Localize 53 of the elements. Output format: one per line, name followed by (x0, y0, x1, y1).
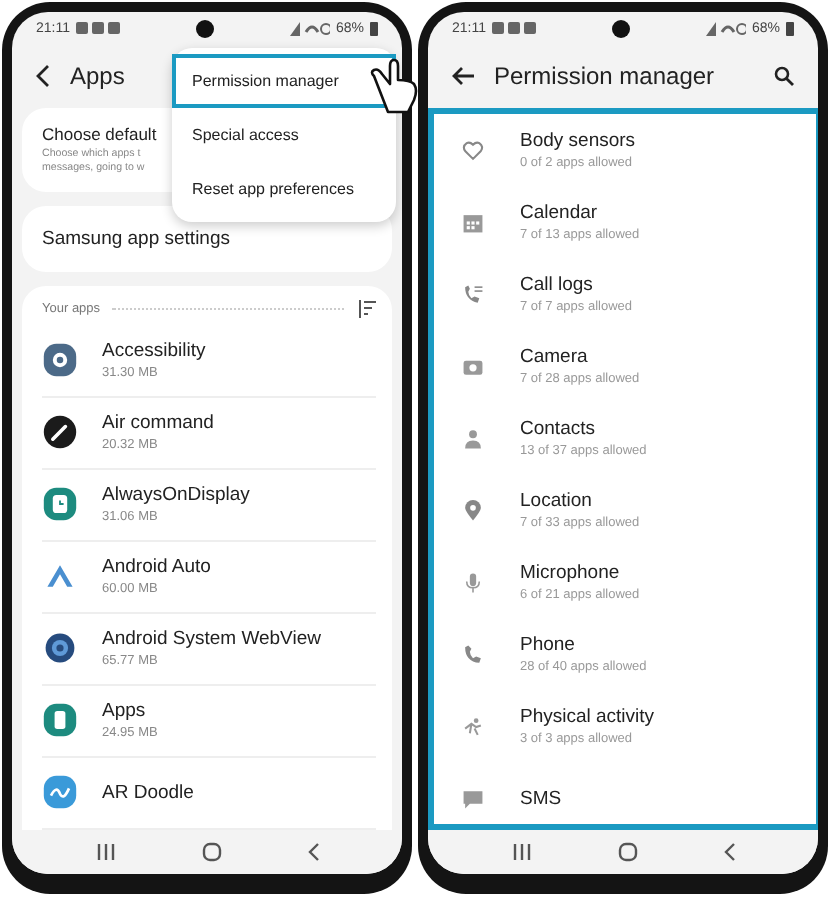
heart-icon (462, 139, 484, 161)
permission-name: Phone (520, 634, 577, 656)
call-log-icon (462, 283, 484, 305)
camera-hole (195, 19, 214, 37)
back-arrow-icon[interactable] (452, 66, 474, 86)
battery-icon (785, 21, 794, 35)
search-icon[interactable] (774, 66, 794, 86)
home-icon[interactable] (617, 842, 637, 862)
card-title: Choose default (42, 124, 157, 144)
microphone-icon (462, 571, 484, 593)
screen-title: Apps (70, 62, 125, 90)
home-icon[interactable] (201, 842, 221, 862)
location-pin-icon (462, 499, 484, 521)
back-icon[interactable] (307, 842, 319, 862)
running-figure-icon (462, 715, 484, 737)
permission-name: Microphone (520, 562, 622, 584)
app-name: AR Doodle (102, 781, 194, 804)
permission-name: Camera (520, 346, 590, 368)
menu-item[interactable]: Special access (172, 108, 396, 162)
back-icon[interactable] (36, 64, 50, 88)
app-name: Android Auto (102, 556, 211, 579)
recent-apps-icon[interactable] (511, 844, 531, 860)
app-name: Accessibility (102, 340, 206, 363)
app-name: Android System WebView (102, 628, 321, 651)
permission-name: SMS (520, 787, 562, 809)
permission-name: Calendar (520, 202, 600, 224)
screen-title: Permission manager (494, 62, 717, 90)
person-icon (462, 427, 484, 449)
signal-icons (705, 21, 746, 35)
permission-name: Physical activity (520, 706, 655, 728)
pen-icon (42, 414, 78, 451)
signal-icons (289, 21, 330, 35)
app-name: Apps (102, 700, 148, 723)
recent-apps-icon[interactable] (95, 844, 115, 860)
back-icon[interactable] (723, 842, 735, 862)
permission-name: Call logs (520, 274, 595, 296)
notification-icons (76, 22, 120, 34)
permission-name: Location (520, 490, 594, 512)
squiggle-icon (42, 774, 78, 811)
clock-icon (42, 486, 78, 523)
calendar-icon (462, 211, 484, 233)
permission-item[interactable]: SMS (434, 762, 816, 824)
permission-name: Body sensors (520, 130, 636, 152)
sort-icon[interactable] (356, 300, 376, 319)
app-name: AlwaysOnDisplay (102, 484, 250, 507)
notification-icons (492, 22, 536, 34)
camera-icon (462, 355, 484, 377)
battery-icon (369, 21, 378, 35)
card-title: Samsung app settings (42, 227, 233, 250)
message-icon (462, 787, 484, 809)
app-name: Air command (102, 412, 214, 435)
camera-hole (611, 19, 630, 37)
permission-name: Contacts (520, 418, 597, 440)
